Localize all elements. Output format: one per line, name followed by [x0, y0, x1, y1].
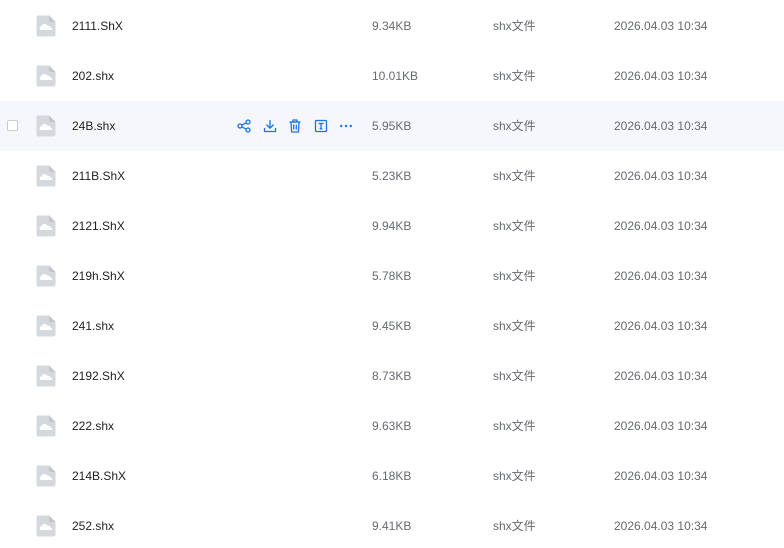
- file-modified-date: 2026.04.03 10:34: [614, 69, 708, 83]
- file-name[interactable]: 202.shx: [72, 68, 114, 84]
- file-modified-date: 2026.04.03 10:34: [614, 369, 708, 383]
- cloud-file-icon: [36, 415, 56, 437]
- file-size: 6.18KB: [372, 469, 412, 483]
- file-modified-date: 2026.04.03 10:34: [614, 269, 708, 283]
- file-list: 2111.ShX 9.34KB shx文件 2026.04.03 10:34 2…: [0, 0, 784, 548]
- file-name[interactable]: 219h.ShX: [72, 268, 125, 284]
- file-type: shx文件: [493, 169, 536, 183]
- file-size: 9.94KB: [372, 219, 412, 233]
- file-size: 9.63KB: [372, 419, 412, 433]
- row-actions: [236, 118, 364, 134]
- file-type: shx文件: [493, 319, 536, 333]
- file-row[interactable]: 2121.ShX 9.94KB shx文件 2026.04.03 10:34: [0, 201, 784, 251]
- file-size: 10.01KB: [372, 69, 419, 83]
- file-size: 5.95KB: [372, 119, 412, 133]
- cloud-file-icon: [36, 365, 56, 387]
- row-checkbox[interactable]: [7, 120, 18, 131]
- file-size: 5.78KB: [372, 269, 412, 283]
- file-modified-date: 2026.04.03 10:34: [614, 119, 708, 133]
- file-type: shx文件: [493, 119, 536, 133]
- file-name[interactable]: 2111.ShX: [72, 18, 123, 34]
- cloud-file-icon: [36, 265, 56, 287]
- file-size: 9.41KB: [372, 519, 412, 533]
- file-row[interactable]: 2111.ShX 9.34KB shx文件 2026.04.03 10:34: [0, 1, 784, 51]
- file-size: 9.45KB: [372, 319, 412, 333]
- file-row[interactable]: 202.shx 10.01KB shx文件 2026.04.03 10:34: [0, 51, 784, 101]
- delete-icon[interactable]: [287, 118, 303, 134]
- file-row[interactable]: 252.shx 9.41KB shx文件 2026.04.03 10:34: [0, 501, 784, 548]
- file-modified-date: 2026.04.03 10:34: [614, 419, 708, 433]
- file-row[interactable]: 222.shx 9.63KB shx文件 2026.04.03 10:34: [0, 401, 784, 451]
- file-type: shx文件: [493, 219, 536, 233]
- file-type: shx文件: [493, 269, 536, 283]
- file-row[interactable]: 241.shx 9.45KB shx文件 2026.04.03 10:34: [0, 301, 784, 351]
- cloud-file-icon: [36, 465, 56, 487]
- file-name[interactable]: 24B.shx: [72, 118, 115, 134]
- file-modified-date: 2026.04.03 10:34: [614, 169, 708, 183]
- file-type: shx文件: [493, 369, 536, 383]
- cloud-file-icon: [36, 165, 56, 187]
- file-modified-date: 2026.04.03 10:34: [614, 319, 708, 333]
- file-modified-date: 2026.04.03 10:34: [614, 219, 708, 233]
- file-name[interactable]: 214B.ShX: [72, 468, 126, 484]
- file-row-hovered[interactable]: 24B.shx 5.95KB shx文件 2026.04.03 10:34: [0, 101, 784, 151]
- cloud-file-icon: [36, 215, 56, 237]
- file-type: shx文件: [493, 519, 536, 533]
- file-size: 9.34KB: [372, 19, 412, 33]
- rename-icon[interactable]: [313, 118, 329, 134]
- file-modified-date: 2026.04.03 10:34: [614, 469, 708, 483]
- file-name[interactable]: 2192.ShX: [72, 368, 125, 384]
- file-name[interactable]: 252.shx: [72, 518, 114, 534]
- file-name[interactable]: 211B.ShX: [72, 168, 125, 184]
- file-size: 5.23KB: [372, 169, 412, 183]
- file-name[interactable]: 222.shx: [72, 418, 114, 434]
- file-type: shx文件: [493, 469, 536, 483]
- file-name[interactable]: 241.shx: [72, 318, 114, 334]
- file-modified-date: 2026.04.03 10:34: [614, 19, 708, 33]
- file-type: shx文件: [493, 19, 536, 33]
- file-row[interactable]: 2192.ShX 8.73KB shx文件 2026.04.03 10:34: [0, 351, 784, 401]
- file-row[interactable]: 214B.ShX 6.18KB shx文件 2026.04.03 10:34: [0, 451, 784, 501]
- file-row[interactable]: 219h.ShX 5.78KB shx文件 2026.04.03 10:34: [0, 251, 784, 301]
- cloud-file-icon: [36, 515, 56, 537]
- file-type: shx文件: [493, 419, 536, 433]
- file-name[interactable]: 2121.ShX: [72, 218, 125, 234]
- cloud-file-icon: [36, 65, 56, 87]
- cloud-file-icon: [36, 15, 56, 37]
- cloud-file-icon: [36, 115, 56, 137]
- file-row[interactable]: 211B.ShX 5.23KB shx文件 2026.04.03 10:34: [0, 151, 784, 201]
- cloud-file-icon: [36, 315, 56, 337]
- share-icon[interactable]: [236, 118, 252, 134]
- more-icon[interactable]: [338, 118, 354, 134]
- file-type: shx文件: [493, 69, 536, 83]
- file-size: 8.73KB: [372, 369, 412, 383]
- download-icon[interactable]: [262, 118, 278, 134]
- file-modified-date: 2026.04.03 10:34: [614, 519, 708, 533]
